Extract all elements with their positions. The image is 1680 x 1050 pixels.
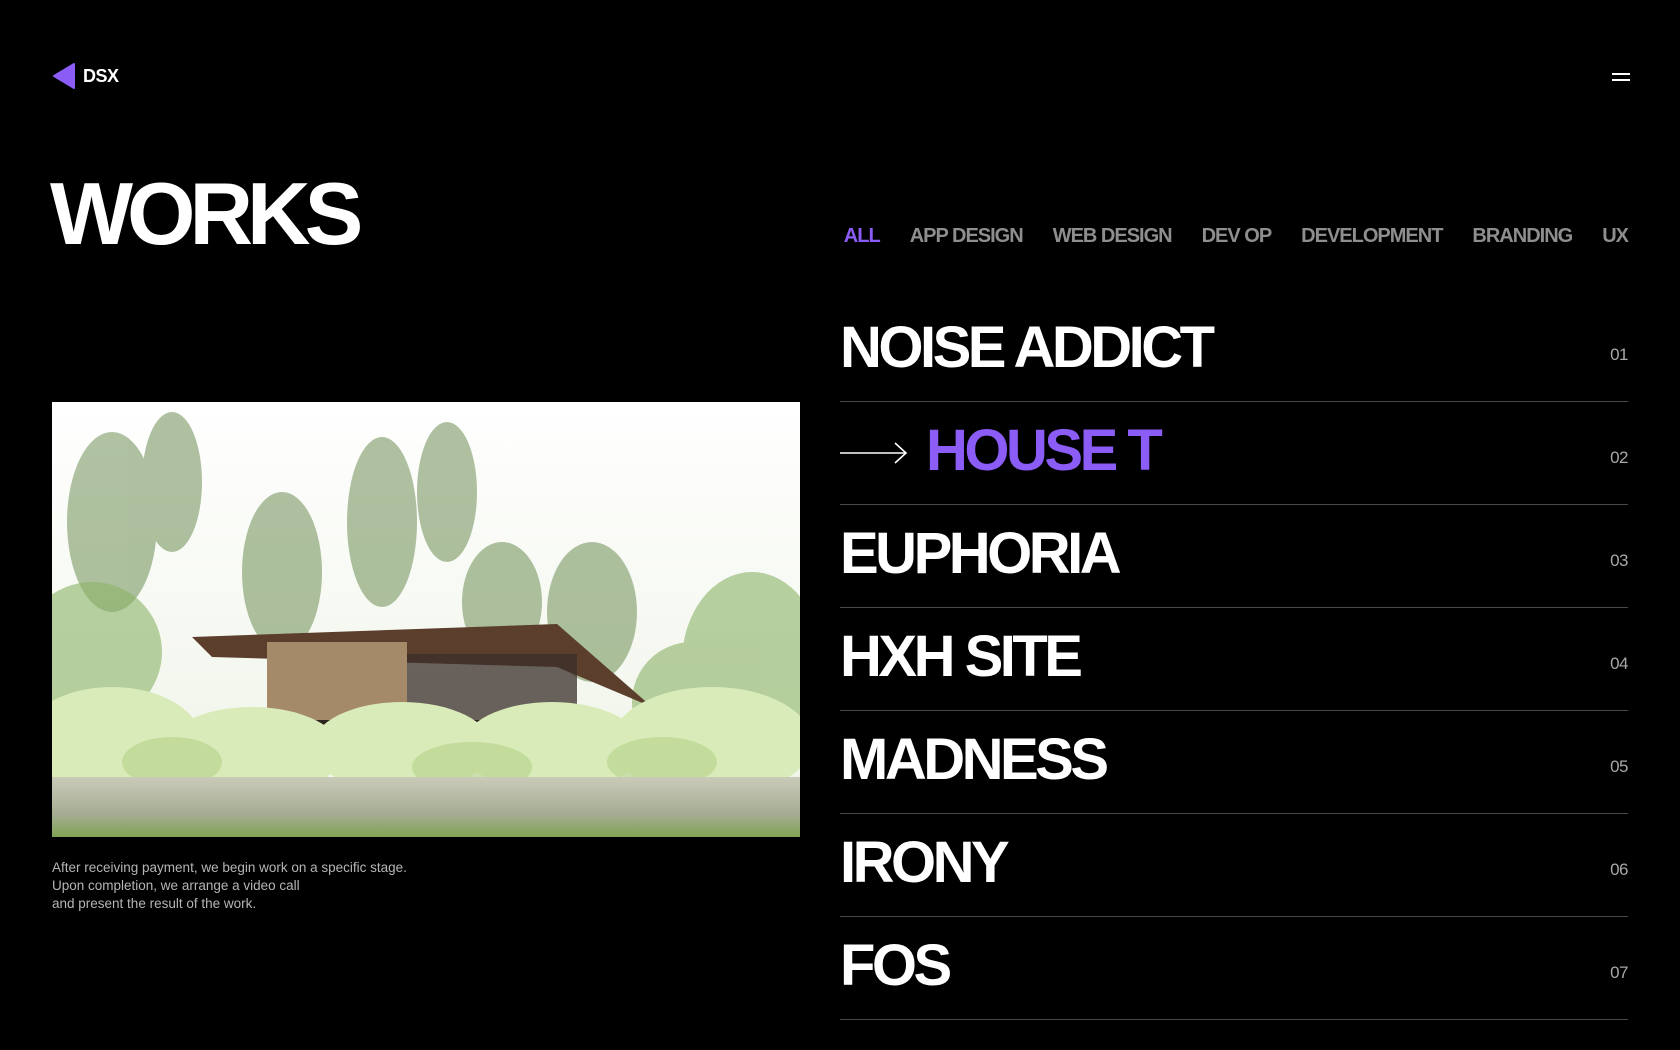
work-number: 04 xyxy=(1610,654,1628,673)
work-number: 05 xyxy=(1610,757,1628,776)
works-page: DSX WORKS ALL APP DESIGN WEB DESIGN DEV … xyxy=(0,0,1680,1050)
preview-caption: After receiving payment, we begin work o… xyxy=(52,859,407,913)
work-item-irony[interactable]: IRONY 06 xyxy=(840,814,1628,917)
work-item-euphoria[interactable]: EUPHORIA 03 xyxy=(840,505,1628,608)
logo-link[interactable]: DSX xyxy=(52,63,119,89)
work-item-hxh-site[interactable]: HXH SITE 04 xyxy=(840,608,1628,711)
filter-tab-all[interactable]: ALL xyxy=(844,225,881,248)
work-title: FOS xyxy=(840,933,952,998)
work-number: 01 xyxy=(1610,345,1628,364)
project-preview-image[interactable] xyxy=(52,402,800,837)
filter-tab-development[interactable]: DEVELOPMENT xyxy=(1301,225,1443,248)
work-title: MADNESS xyxy=(840,727,1109,792)
brand-name: DSX xyxy=(83,65,119,86)
work-number: 03 xyxy=(1610,551,1628,570)
filter-tab-dev-op[interactable]: DEV OP xyxy=(1202,225,1273,248)
work-item-noise-addict[interactable]: NOISE ADDICT 01 xyxy=(840,299,1628,402)
caption-line: After receiving payment, we begin work o… xyxy=(52,860,407,875)
filter-tab-web-design[interactable]: WEB DESIGN xyxy=(1053,225,1173,248)
work-item-house-t[interactable]: HOUSE T 02 xyxy=(840,402,1628,505)
filter-tab-app-design[interactable]: APP DESIGN xyxy=(910,225,1024,248)
work-number: 02 xyxy=(1610,448,1628,467)
work-title: HOUSE T xyxy=(926,418,1163,483)
page-title: WORKS xyxy=(50,164,363,263)
filter-tab-ux[interactable]: UX xyxy=(1602,225,1629,248)
work-title: NOISE ADDICT xyxy=(840,315,1215,380)
work-number: 06 xyxy=(1610,860,1628,879)
arrow-right-icon xyxy=(840,442,908,464)
work-title: EUPHORIA xyxy=(840,521,1122,586)
work-item-fos[interactable]: FOS 07 xyxy=(840,917,1628,1020)
work-item-madness[interactable]: MADNESS 05 xyxy=(840,711,1628,814)
filter-tab-branding[interactable]: BRANDING xyxy=(1472,225,1573,248)
work-number: 07 xyxy=(1610,963,1628,982)
caption-line: Upon completion, we arrange a video call xyxy=(52,878,300,893)
hamburger-icon[interactable] xyxy=(1606,70,1636,86)
work-title: HXH SITE xyxy=(840,624,1083,689)
category-filters: ALL APP DESIGN WEB DESIGN DEV OP DEVELOP… xyxy=(844,225,1629,248)
work-title: IRONY xyxy=(840,830,1010,895)
house-illustration xyxy=(52,402,800,837)
works-list: NOISE ADDICT 01 HOUSE T 02 EUPHORIA 03 H… xyxy=(840,299,1628,1020)
triangle-left-icon xyxy=(53,63,75,89)
caption-line: and present the result of the work. xyxy=(52,896,257,911)
